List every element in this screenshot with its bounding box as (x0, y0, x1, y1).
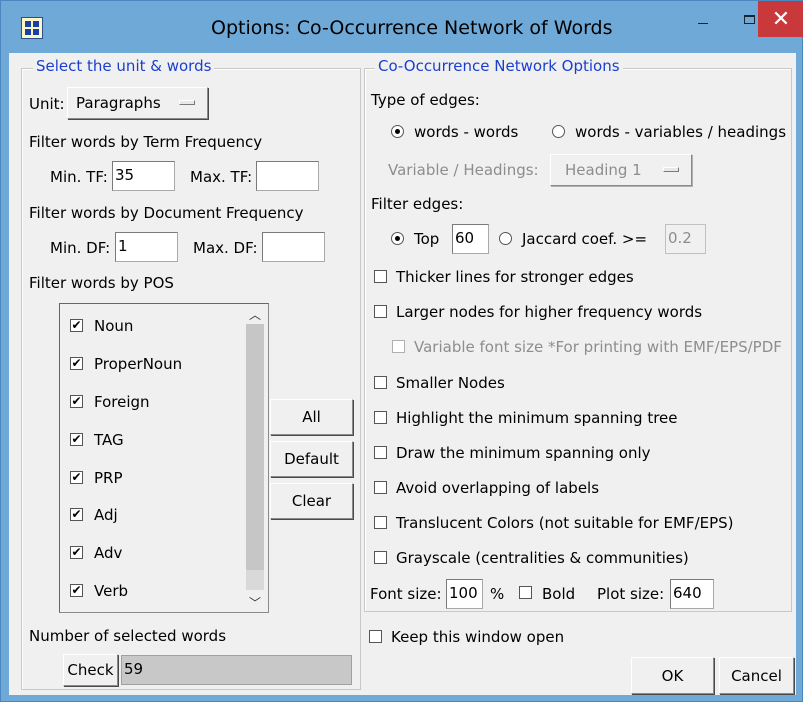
edge-words-vars-radio[interactable] (552, 125, 565, 138)
pos-verb-checkbox[interactable]: ✔ (70, 584, 83, 597)
avoid-overlap-checkbox[interactable] (374, 481, 387, 494)
scroll-down-icon[interactable]: ﹀ (246, 594, 264, 611)
check-button[interactable]: Check (63, 654, 118, 686)
draw-mst-only-label: Draw the minimum spanning only (396, 444, 651, 462)
max-tf-input[interactable] (256, 161, 319, 191)
edge-words-words-label: words - words (414, 123, 519, 141)
menu-indicator-icon (179, 100, 195, 105)
minimize-button[interactable] (680, 1, 726, 37)
bold-checkbox[interactable] (519, 586, 532, 599)
variable-headings-select[interactable]: Heading 1 (550, 154, 692, 186)
draw-mst-only-checkbox[interactable] (374, 446, 387, 459)
cancel-button[interactable]: Cancel (719, 657, 794, 694)
translucent-colors-checkbox[interactable] (374, 516, 387, 529)
dialog-client-area: Select the unit & words Unit: Paragraphs… (9, 53, 796, 695)
variable-font-checkbox[interactable] (392, 340, 405, 353)
bold-label: Bold (542, 585, 576, 603)
max-df-input[interactable] (262, 232, 325, 262)
default-button[interactable]: Default (270, 441, 353, 477)
filter-edges-heading: Filter edges: (371, 195, 464, 213)
filter-top-radio[interactable] (391, 232, 404, 245)
unit-words-group-label: Select the unit & words (33, 57, 215, 75)
keep-open-checkbox[interactable] (369, 630, 382, 643)
pos-scrollbar-thumb[interactable] (246, 324, 264, 570)
plot-size-label: Plot size: (597, 585, 665, 603)
options-window: Options: Co-Occurrence Network of Words … (0, 0, 803, 702)
df-filter-heading: Filter words by Document Frequency (29, 204, 304, 222)
max-df-label: Max. DF: (193, 239, 258, 257)
grayscale-label: Grayscale (centralities & communities) (396, 549, 689, 567)
thicker-lines-label: Thicker lines for stronger edges (396, 268, 634, 286)
title-bar[interactable]: Options: Co-Occurrence Network of Words … (1, 1, 803, 53)
variable-headings-value: Heading 1 (565, 161, 642, 179)
smaller-nodes-checkbox[interactable] (374, 376, 387, 389)
pos-tag-label: TAG (94, 431, 124, 449)
clear-button[interactable]: Clear (270, 483, 353, 519)
filter-top-label: Top (414, 230, 440, 248)
pos-tag-checkbox[interactable]: ✔ (70, 433, 83, 446)
max-tf-label: Max. TF: (190, 168, 253, 186)
unit-select[interactable]: Paragraphs (67, 87, 208, 119)
maximize-icon (743, 14, 755, 24)
unit-label: Unit: (29, 95, 65, 113)
pos-foreign-label: Foreign (94, 393, 150, 411)
ok-button[interactable]: OK (631, 657, 714, 694)
menu-indicator-icon (663, 167, 679, 172)
pos-noun-checkbox[interactable]: ✔ (70, 319, 83, 332)
min-tf-label: Min. TF: (50, 168, 108, 186)
pos-adv-checkbox[interactable]: ✔ (70, 546, 83, 559)
thicker-lines-checkbox[interactable] (374, 270, 387, 283)
translucent-colors-label: Translucent Colors (not suitable for EMF… (396, 514, 734, 532)
smaller-nodes-label: Smaller Nodes (396, 374, 505, 392)
edge-words-vars-label: words - variables / headings (575, 123, 787, 141)
select-all-button[interactable]: All (270, 399, 353, 435)
jaccard-input[interactable]: 0.2 (665, 224, 706, 254)
close-button[interactable]: ✕ (758, 1, 803, 37)
scroll-up-icon[interactable]: ︿ (246, 306, 264, 323)
highlight-mst-checkbox[interactable] (374, 411, 387, 424)
close-icon: ✕ (771, 6, 791, 32)
pos-propernoun-label: ProperNoun (94, 355, 183, 373)
min-tf-input[interactable]: 35 (112, 161, 175, 191)
pos-listbox[interactable]: ︿ ﹀ (59, 303, 269, 613)
min-df-input[interactable]: 1 (115, 232, 178, 262)
variable-headings-label: Variable / Headings: (388, 161, 539, 179)
edge-type-heading: Type of edges: (371, 91, 480, 109)
font-size-label: Font size: (370, 585, 442, 603)
selected-words-heading: Number of selected words (29, 627, 227, 645)
unit-select-value: Paragraphs (76, 94, 161, 112)
jaccard-label: Jaccard coef. >= (522, 230, 648, 248)
top-edges-input[interactable]: 60 (452, 224, 489, 254)
pos-prp-checkbox[interactable]: ✔ (70, 471, 83, 484)
network-options-group-label: Co-Occurrence Network Options (375, 57, 623, 75)
font-size-input[interactable]: 100 (446, 579, 483, 609)
larger-nodes-checkbox[interactable] (374, 305, 387, 318)
variable-font-label: Variable font size *For printing with EM… (414, 338, 782, 356)
pos-foreign-checkbox[interactable]: ✔ (70, 395, 83, 408)
larger-nodes-label: Larger nodes for higher frequency words (396, 303, 703, 321)
pos-noun-label: Noun (94, 317, 134, 335)
highlight-mst-label: Highlight the minimum spanning tree (396, 409, 678, 427)
minimize-icon (698, 22, 708, 24)
font-size-percent: % (490, 585, 505, 603)
filter-jaccard-radio[interactable] (499, 232, 512, 245)
min-df-label: Min. DF: (50, 239, 111, 257)
pos-adj-checkbox[interactable]: ✔ (70, 508, 83, 521)
pos-filter-heading: Filter words by POS (29, 274, 174, 292)
pos-verb-label: Verb (94, 582, 129, 600)
pos-propernoun-checkbox[interactable]: ✔ (70, 357, 83, 370)
pos-adv-label: Adv (94, 544, 123, 562)
avoid-overlap-label: Avoid overlapping of labels (396, 479, 600, 497)
window-title: Options: Co-Occurrence Network of Words (211, 17, 613, 39)
selected-words-count: 59 (121, 655, 352, 685)
tf-filter-heading: Filter words by Term Frequency (29, 133, 263, 151)
pos-adj-label: Adj (94, 506, 118, 524)
plot-size-input[interactable]: 640 (670, 579, 714, 609)
pos-prp-label: PRP (94, 469, 123, 487)
keep-open-label: Keep this window open (391, 628, 565, 646)
app-icon[interactable] (21, 17, 43, 39)
pos-scrollbar-track[interactable] (246, 324, 264, 590)
edge-words-words-radio[interactable] (391, 125, 404, 138)
grayscale-checkbox[interactable] (374, 551, 387, 564)
